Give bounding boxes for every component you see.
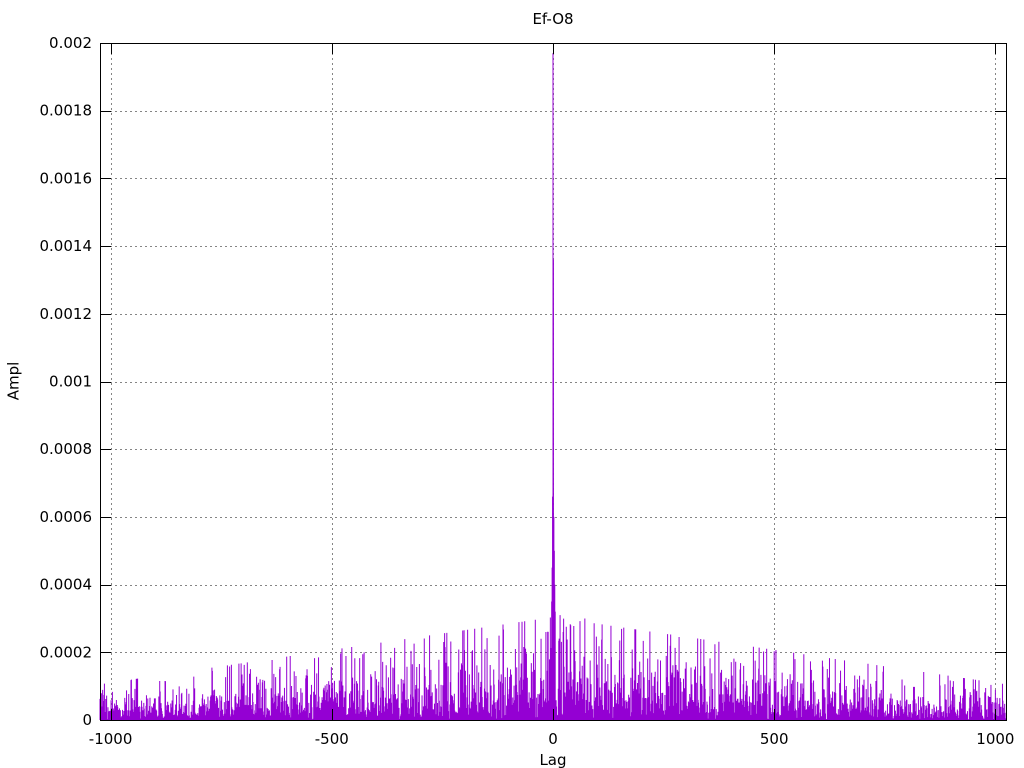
x-tick-label: -1000 [89,730,133,748]
y-tick-label: 0 [82,711,92,729]
y-tick-label: 0.0014 [40,237,93,255]
gnuplot-window: -1000 -500 0 500 1000 0 0.0002 0.0004 0.0006 0.00… [0,0,1024,768]
x-tick-label: -500 [315,730,349,748]
y-tick-label: 0.001 [49,373,92,391]
y-tick-label: 0.002 [49,34,92,52]
y-tick-label: 0.0004 [40,576,93,594]
chart-title: Ef-O8 [532,10,574,28]
plot-svg: -1000 -500 0 500 1000 0 0.0002 0.0004 0.0006 0.00… [40,34,1015,748]
y-tick-label: 0.0006 [40,508,93,526]
tick-labels: -1000 -500 0 500 1000 0 0.0002 0.0004 0.0006 0.00… [40,34,1015,748]
x-tick-label: 500 [760,730,789,748]
correlation-chart: -1000 -500 0 500 1000 0 0.0002 0.0004 0.0006 0.00… [0,0,1024,768]
y-tick-label: 0.0012 [40,305,93,323]
y-axis-label: Ampl [4,361,23,401]
x-tick-label: 0 [548,730,558,748]
impulse-series [99,53,1007,720]
y-tick-label: 0.0016 [40,169,93,187]
y-tick-label: 0.0008 [40,440,93,458]
x-axis-label: Lag [539,751,567,768]
x-tick-label: 1000 [976,730,1014,748]
y-tick-label: 0.0002 [40,643,93,661]
y-tick-label: 0.0018 [40,102,93,120]
